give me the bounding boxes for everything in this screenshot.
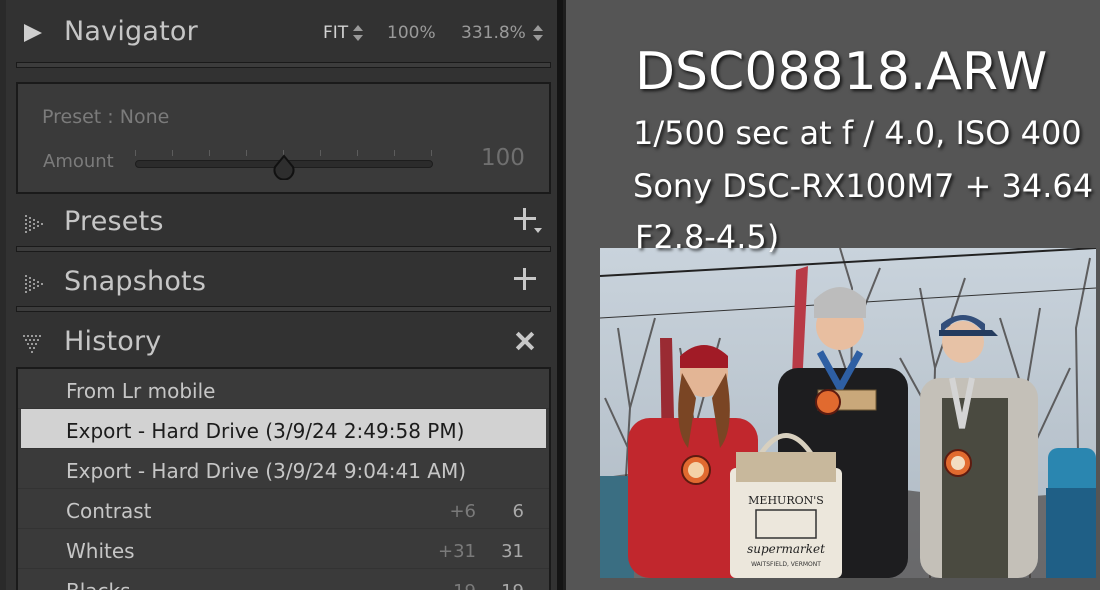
panel-divider[interactable] [557, 0, 563, 590]
history-item[interactable]: From Lr mobile [18, 369, 549, 409]
history-item-label: Export - Hard Drive (3/9/24 2:49:58 PM) [66, 419, 465, 443]
zoom-custom-stepper-icon[interactable] [532, 24, 544, 44]
slider-tick [320, 150, 321, 156]
image-filename: DSC08818.ARW [635, 42, 1048, 102]
collapsed-triangle-icon[interactable] [22, 212, 44, 238]
image-lens-info: F2.8-4.5) [635, 218, 780, 256]
presets-divider [16, 246, 551, 252]
history-item-value: -19 [478, 581, 524, 590]
history-item[interactable]: Whites +31 31 [18, 529, 549, 569]
slider-tick [209, 150, 210, 156]
slider-tick [135, 150, 136, 156]
history-list: From Lr mobile Export - Hard Drive (3/9/… [16, 367, 551, 590]
history-item[interactable]: Contrast +6 6 [18, 489, 549, 529]
bag-text-bottom: WAITSFIELD, VERMONT [751, 561, 821, 568]
history-item-value: 6 [512, 501, 524, 522]
image-exposure-info: 1/500 sec at f / 4.0, ISO 400 [633, 114, 1082, 152]
history-item[interactable]: Blacks -19 -19 [18, 569, 549, 590]
preset-label: Preset : None [42, 106, 170, 128]
slider-tick [431, 150, 432, 156]
amount-label: Amount [43, 151, 114, 172]
navigator-header[interactable]: Navigator FIT 100% 331.8% [16, 8, 551, 58]
history-item-selected[interactable]: Export - Hard Drive (3/9/24 2:49:58 PM) [21, 409, 546, 449]
slider-tick [246, 150, 247, 156]
amount-value[interactable]: 100 [481, 145, 525, 171]
presets-header[interactable]: Presets [16, 198, 551, 248]
zoom-100-option[interactable]: 100% [387, 23, 436, 43]
history-item-delta: +31 [438, 541, 476, 562]
history-item-label: Contrast [66, 499, 152, 523]
photo[interactable]: MEHURON'S supermarket WAITSFIELD, VERMON… [600, 248, 1096, 578]
add-preset-icon[interactable] [514, 208, 536, 230]
history-item-label: Export - Hard Drive (3/9/24 9:04:41 AM) [66, 459, 467, 483]
slider-tick [357, 150, 358, 156]
history-title: History [64, 326, 162, 357]
add-snapshot-icon[interactable] [514, 268, 536, 290]
history-item-delta: +6 [449, 501, 476, 522]
presets-title: Presets [64, 206, 164, 237]
preset-menu-caret-icon[interactable] [534, 228, 542, 233]
zoom-fit-stepper-icon[interactable] [352, 24, 364, 44]
expanded-triangle-icon[interactable] [22, 332, 44, 358]
history-item-delta: -19 [418, 581, 476, 590]
collapsed-triangle-icon[interactable] [22, 272, 44, 298]
history-item-value: 31 [501, 541, 524, 562]
image-camera-info: Sony DSC-RX100M7 + 34.64 mm [633, 167, 1100, 205]
bag-text-mid: supermarket [747, 542, 825, 556]
preset-amount-box: Preset : None Amount 100 [16, 82, 551, 194]
bag-text-top: MEHURON'S [748, 494, 824, 507]
history-header[interactable]: History [16, 318, 551, 368]
history-item-label: Blacks [66, 579, 131, 590]
panel-edge [0, 0, 6, 590]
left-panel: Navigator FIT 100% 331.8% Preset : None … [0, 0, 563, 590]
history-item-label: Whites [66, 539, 135, 563]
slider-tick [172, 150, 173, 156]
amount-slider-handle[interactable] [272, 154, 296, 184]
loupe-view[interactable]: MEHURON'S supermarket WAITSFIELD, VERMON… [566, 0, 1100, 590]
navigator-title: Navigator [64, 16, 198, 47]
history-item[interactable]: Export - Hard Drive (3/9/24 9:04:41 AM) [18, 449, 549, 489]
navigator-preview-strip [16, 62, 551, 68]
zoom-fit-option[interactable]: FIT [323, 23, 348, 43]
snapshots-header[interactable]: Snapshots [16, 258, 551, 308]
snapshots-title: Snapshots [64, 266, 207, 297]
slider-tick [394, 150, 395, 156]
snapshots-divider [16, 306, 551, 312]
collapse-triangle-icon[interactable] [22, 22, 44, 44]
history-item-label: From Lr mobile [66, 379, 216, 403]
zoom-custom-option[interactable]: 331.8% [461, 23, 526, 43]
clear-history-icon[interactable] [515, 331, 535, 351]
